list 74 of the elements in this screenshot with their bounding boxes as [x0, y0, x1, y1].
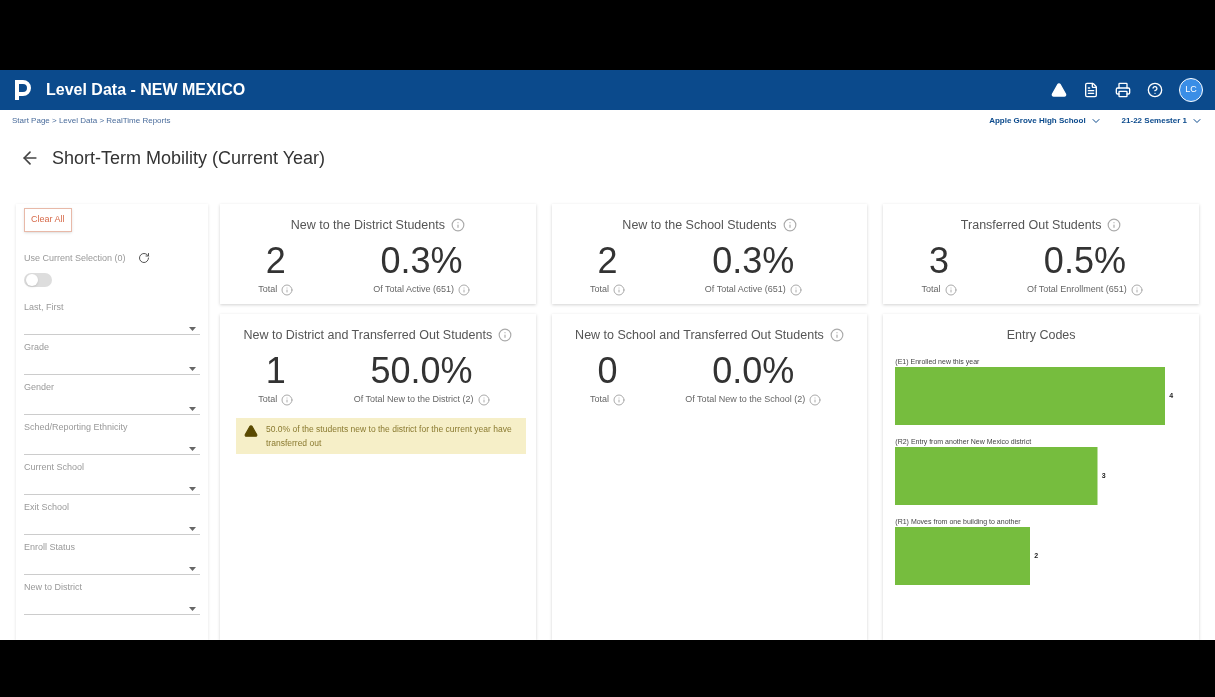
- info-icon[interactable]: [1107, 218, 1122, 233]
- card-title: New to District and Transferred Out Students: [243, 327, 493, 344]
- percent-label: Of Total New to the District (2): [353, 392, 474, 406]
- help-icon[interactable]: [1147, 82, 1163, 98]
- dropdown-field[interactable]: Current School: [24, 455, 200, 495]
- warning-icon: [244, 424, 258, 439]
- dropdown-field[interactable]: New to District: [24, 575, 200, 615]
- total-label: Total: [258, 282, 278, 296]
- warning-message: 50.0% of the students new to the district for the current year have transferred out: [236, 418, 526, 455]
- caret-down-icon[interactable]: [189, 446, 196, 451]
- clear-all-button[interactable]: Clear All: [24, 208, 72, 232]
- info-icon[interactable]: [458, 283, 470, 296]
- caret-down-icon[interactable]: [189, 406, 196, 411]
- percent-value: 0.3%: [712, 238, 795, 283]
- caret-down-icon[interactable]: [189, 366, 196, 371]
- caret-down-icon[interactable]: [189, 606, 196, 611]
- selection-label: Use Current Selection (0): [24, 251, 126, 265]
- info-icon[interactable]: [944, 283, 957, 296]
- term-selector[interactable]: 21-22 Semester 1: [1121, 115, 1203, 127]
- card-title: Transferred Out Students: [960, 217, 1102, 234]
- percent-value: 0.0%: [712, 348, 795, 393]
- info-icon[interactable]: [789, 283, 802, 296]
- document-icon[interactable]: [1083, 82, 1099, 98]
- dropdown-field[interactable]: Exit School: [24, 495, 200, 535]
- total-label: Total: [258, 392, 278, 406]
- percent-label: Of Total New to the School (2): [685, 392, 806, 406]
- total-value: 1: [265, 348, 286, 393]
- info-icon[interactable]: [782, 218, 797, 233]
- dropdown-field[interactable]: Enroll Status: [24, 535, 200, 575]
- percent-label: Of Total Active (651): [704, 282, 786, 296]
- caret-down-icon[interactable]: [189, 526, 196, 531]
- info-icon[interactable]: [612, 393, 625, 406]
- info-icon[interactable]: [809, 393, 822, 406]
- percent-value: 50.0%: [370, 348, 473, 393]
- dropdown-field[interactable]: Grade: [24, 335, 200, 375]
- info-icon[interactable]: [612, 283, 625, 296]
- info-icon[interactable]: [281, 393, 294, 406]
- logo-icon: [12, 78, 34, 102]
- total-label: Total: [921, 282, 941, 296]
- info-icon[interactable]: [281, 283, 294, 296]
- total-value: 2: [265, 238, 286, 283]
- app-title: Level Data - NEW MEXICO: [46, 80, 246, 100]
- chart-title: Entry Codes: [1006, 327, 1076, 344]
- percent-label: Of Total Active (651): [373, 282, 454, 296]
- caret-down-icon[interactable]: [189, 326, 196, 331]
- caret-down-icon[interactable]: [189, 486, 196, 491]
- info-icon[interactable]: [477, 393, 490, 406]
- card-title: New to the School Students: [622, 217, 777, 234]
- card-title: New to the District Students: [290, 217, 445, 234]
- percent-value: 0.3%: [380, 238, 463, 283]
- total-label: Total: [589, 282, 609, 296]
- user-avatar[interactable]: LC: [1179, 78, 1203, 102]
- print-icon[interactable]: [1115, 82, 1131, 98]
- toggle-switch[interactable]: [24, 273, 52, 287]
- card-title: New to School and Transferred Out Students: [575, 327, 824, 344]
- refresh-icon[interactable]: [137, 252, 150, 265]
- alert-icon[interactable]: [1051, 82, 1067, 98]
- school-selector[interactable]: Apple Grove High School: [989, 115, 1102, 127]
- dropdown-field[interactable]: Last, First: [24, 295, 200, 335]
- dropdown-field[interactable]: Sched/Reporting Ethnicity: [24, 415, 200, 455]
- dropdown-field[interactable]: Gender: [24, 375, 200, 415]
- percent-label: Of Total Enrollment (651): [1026, 282, 1127, 296]
- caret-down-icon[interactable]: [189, 566, 196, 571]
- total-label: Total: [589, 392, 609, 406]
- info-icon[interactable]: [450, 218, 465, 233]
- info-icon[interactable]: [829, 328, 844, 343]
- breadcrumb[interactable]: Start Page > Level Data > RealTime Reports: [12, 115, 171, 127]
- info-icon[interactable]: [498, 328, 513, 343]
- info-icon[interactable]: [1130, 283, 1143, 296]
- page-title: Short-Term Mobility (Current Year): [52, 146, 326, 170]
- total-value: 3: [929, 238, 950, 283]
- total-value: 2: [597, 238, 618, 283]
- percent-value: 0.5%: [1043, 238, 1126, 283]
- total-value: 0: [597, 348, 618, 393]
